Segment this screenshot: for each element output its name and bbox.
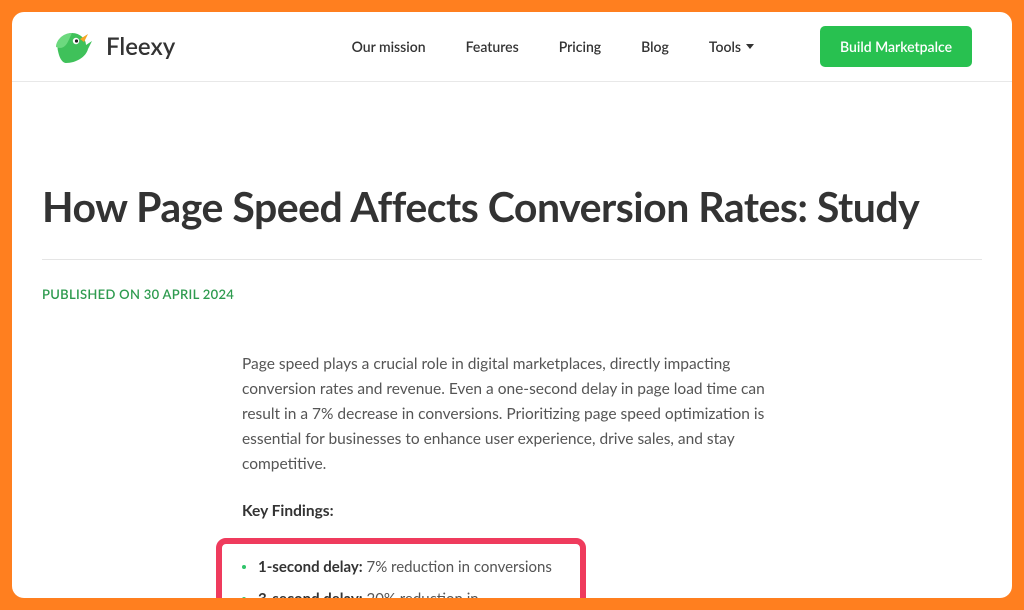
key-findings-highlight: 1-second delay: 7% reduction in conversi… [216,538,586,598]
article-content: How Page Speed Affects Conversion Rates:… [12,82,1012,598]
finding-text: 1-second delay: 7% reduction in conversi… [258,558,552,576]
key-findings-heading: Key Findings: [242,502,802,520]
nav-mission[interactable]: Our mission [352,38,426,55]
intro-paragraph: Page speed plays a crucial role in digit… [242,352,802,478]
brand-name: Fleexy [106,32,175,61]
nav-pricing[interactable]: Pricing [559,38,601,55]
site-header: Fleexy Our mission Features Pricing Blog… [12,12,1012,82]
publish-date: PUBLISHED ON 30 APRIL 2024 [42,286,982,302]
chevron-down-icon [746,44,754,49]
nav-features[interactable]: Features [466,38,519,55]
nav-tools-label: Tools [709,38,741,55]
list-item: 1-second delay: 7% reduction in conversi… [242,558,560,576]
key-findings-list: 1-second delay: 7% reduction in conversi… [242,558,560,598]
list-item: 3-second delay: 20% reduction in convers… [242,590,560,598]
nav-blog[interactable]: Blog [641,38,669,55]
article-title: How Page Speed Affects Conversion Rates:… [42,182,982,231]
build-marketplace-button[interactable]: Build Marketpalce [820,26,972,67]
page-container: Fleexy Our mission Features Pricing Blog… [12,12,1012,598]
divider [42,259,982,260]
nav-tools[interactable]: Tools [709,38,754,55]
logo[interactable]: Fleexy [52,27,175,67]
bullet-icon [242,565,246,569]
finding-text: 3-second delay: 20% reduction in convers… [258,590,560,598]
parrot-icon [52,27,94,67]
bullet-icon [242,597,246,598]
main-nav: Our mission Features Pricing Blog Tools … [352,26,972,67]
article-body: Page speed plays a crucial role in digit… [242,352,802,598]
